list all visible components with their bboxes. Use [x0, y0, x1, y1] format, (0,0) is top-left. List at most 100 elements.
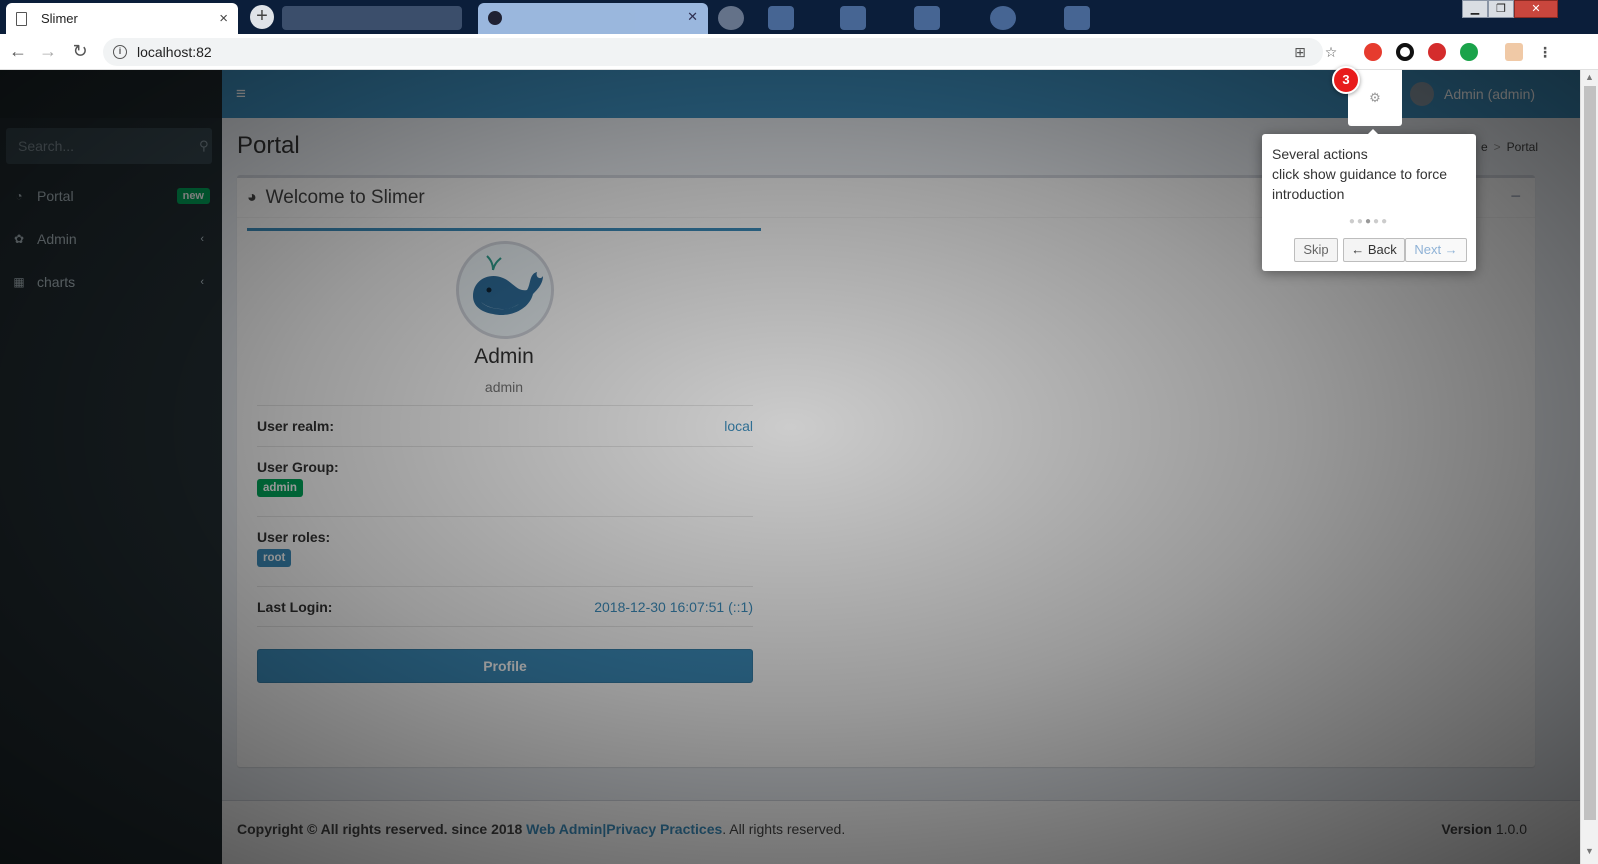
back-button[interactable]: ← Back: [1343, 238, 1405, 262]
url-text: localhost:82: [137, 44, 212, 60]
chevron-left-icon: ‹: [200, 233, 204, 245]
tab-favicon-icon: [488, 11, 502, 25]
background-tab[interactable]: [282, 6, 462, 30]
tooltip-line-3: introduction: [1272, 186, 1345, 202]
more-menu-icon[interactable]: ⋮: [1536, 43, 1554, 61]
back-arrow-icon[interactable]: ←: [7, 40, 29, 62]
intro-tooltip: Several actions click show guidance to f…: [1262, 129, 1476, 271]
sidebar-item-label: Admin: [37, 231, 77, 247]
hamburger-menu-icon[interactable]: ≡: [236, 84, 246, 104]
sidebar-item-charts[interactable]: ▦ charts ‹: [0, 262, 222, 302]
tab-close-icon[interactable]: ×: [219, 10, 228, 27]
profile-button[interactable]: Profile: [257, 649, 753, 683]
roles-row: User roles: root: [257, 516, 753, 586]
tab-close-icon[interactable]: ✕: [687, 9, 698, 25]
privacy-link[interactable]: Privacy Practices: [606, 821, 722, 837]
roles-badge: root: [257, 549, 292, 567]
step-dot[interactable]: ●: [1373, 216, 1381, 227]
sidebar-item-label: charts: [37, 274, 76, 290]
share-icon: ⚙: [1369, 90, 1381, 105]
breadcrumb: e > Portal: [1481, 140, 1538, 154]
user-name: Admin (admin): [1444, 86, 1536, 102]
step-dot[interactable]: ●: [1381, 216, 1389, 227]
forward-arrow-icon[interactable]: →: [37, 40, 59, 62]
collapse-icon[interactable]: −: [1510, 186, 1521, 207]
sidebar-item-label: Portal: [37, 188, 74, 204]
step-dot[interactable]: ●: [1357, 216, 1365, 227]
info-icon[interactable]: i: [113, 45, 127, 59]
grid-icon: ▦: [13, 275, 25, 289]
taskbar-app-icon[interactable]: [914, 6, 940, 30]
extension-icon[interactable]: [1364, 43, 1382, 61]
new-badge: new: [176, 188, 210, 204]
breadcrumb-home[interactable]: e: [1481, 140, 1488, 154]
step-dot[interactable]: ●: [1349, 216, 1357, 227]
profile-username: admin: [484, 379, 524, 395]
user-menu[interactable]: Admin (admin): [1410, 82, 1535, 106]
taskbar-app-icon[interactable]: [990, 6, 1016, 30]
step-dot-active[interactable]: ●: [1365, 216, 1373, 227]
sidebar-brand: [0, 70, 222, 118]
footer-copyright: Copyright © All rights reserved. since 2…: [237, 821, 845, 837]
sidebar: ⚲ ◔ Portal new ✿ Admin ‹ ▦ charts ‹: [0, 70, 222, 864]
sidebar-search: ⚲: [6, 128, 212, 164]
tooltip-line-1: Several actions: [1272, 146, 1368, 162]
scroll-up-arrow-icon[interactable]: ▲: [1585, 72, 1594, 82]
extension-stop-icon[interactable]: [1428, 43, 1446, 61]
footer-version: Version 1.0.0: [1441, 821, 1527, 837]
dashboard-icon: ◕: [247, 188, 257, 206]
profile-name: Admin: [474, 345, 534, 368]
sidebar-search-input[interactable]: [18, 138, 199, 154]
last-login-value[interactable]: 2018-12-30 16:07:51 (::1): [594, 599, 753, 615]
browser-toolbar: ← → ↻ i localhost:82 ⊞ ☆ ⋮: [0, 34, 1598, 70]
extension-ring-icon[interactable]: [1396, 43, 1414, 61]
browser-tab-active[interactable]: Slimer ×: [6, 3, 238, 34]
step-dots: ●●●●●: [1262, 216, 1476, 227]
window-close-button[interactable]: ✕: [1514, 0, 1558, 18]
copyright-text: Copyright © All rights reserved. since 2…: [237, 821, 523, 837]
sidebar-item-portal[interactable]: ◔ Portal new: [0, 176, 222, 216]
group-label: User Group:: [257, 459, 339, 475]
star-icon[interactable]: ☆: [1322, 43, 1340, 61]
profile-avatar-icon[interactable]: [1505, 43, 1523, 61]
realm-label: User realm:: [257, 418, 335, 434]
footer-suffix: . All rights reserved.: [722, 821, 846, 837]
reload-icon[interactable]: ↻: [69, 40, 91, 62]
version-label: Version: [1441, 821, 1492, 837]
search-icon[interactable]: ⚲: [199, 138, 209, 154]
taskbar-app-icon[interactable]: [718, 6, 744, 30]
skip-button[interactable]: Skip: [1294, 238, 1338, 262]
dashboard-icon: ◔: [15, 189, 23, 203]
scroll-thumb[interactable]: [1584, 86, 1596, 820]
new-tab-button[interactable]: +: [250, 5, 274, 29]
extension-green-icon[interactable]: [1460, 43, 1478, 61]
avatar: [456, 241, 554, 339]
web-admin-link[interactable]: Web Admin: [526, 821, 602, 837]
page-icon: [16, 11, 27, 26]
next-button[interactable]: Next →: [1405, 238, 1467, 262]
step-number-badge: 3: [1332, 66, 1360, 94]
group-row: User Group: admin: [257, 446, 753, 516]
breadcrumb-separator: >: [1493, 140, 1501, 154]
background-tab-2[interactable]: ✕: [478, 3, 708, 34]
taskbar-app-icon[interactable]: [1064, 6, 1090, 30]
breadcrumb-current: Portal: [1506, 140, 1538, 154]
address-bar[interactable]: i localhost:82: [103, 38, 1323, 66]
maximize-button[interactable]: ❐: [1488, 0, 1514, 18]
last-login-row: Last Login: 2018-12-30 16:07:51 (::1): [257, 586, 753, 627]
taskbar-app-icon[interactable]: [840, 6, 866, 30]
translate-icon[interactable]: ⊞: [1291, 43, 1309, 61]
realm-value[interactable]: local: [724, 418, 753, 434]
whale-logo-icon: [459, 244, 551, 336]
scroll-down-arrow-icon[interactable]: ▼: [1585, 846, 1594, 856]
page-scrollbar[interactable]: ▲ ▼: [1580, 70, 1598, 864]
gear-icon: ✿: [13, 232, 25, 246]
realm-row: User realm: local: [257, 405, 753, 446]
minimize-button[interactable]: ▁: [1462, 0, 1488, 18]
group-badge: admin: [257, 479, 303, 497]
page-title: Portal: [237, 132, 300, 159]
profile-card: Admin admin User realm: local User Group…: [247, 228, 761, 690]
taskbar-app-icon[interactable]: [768, 6, 794, 30]
sidebar-item-admin[interactable]: ✿ Admin ‹: [0, 219, 222, 259]
footer: Copyright © All rights reserved. since 2…: [222, 800, 1580, 864]
